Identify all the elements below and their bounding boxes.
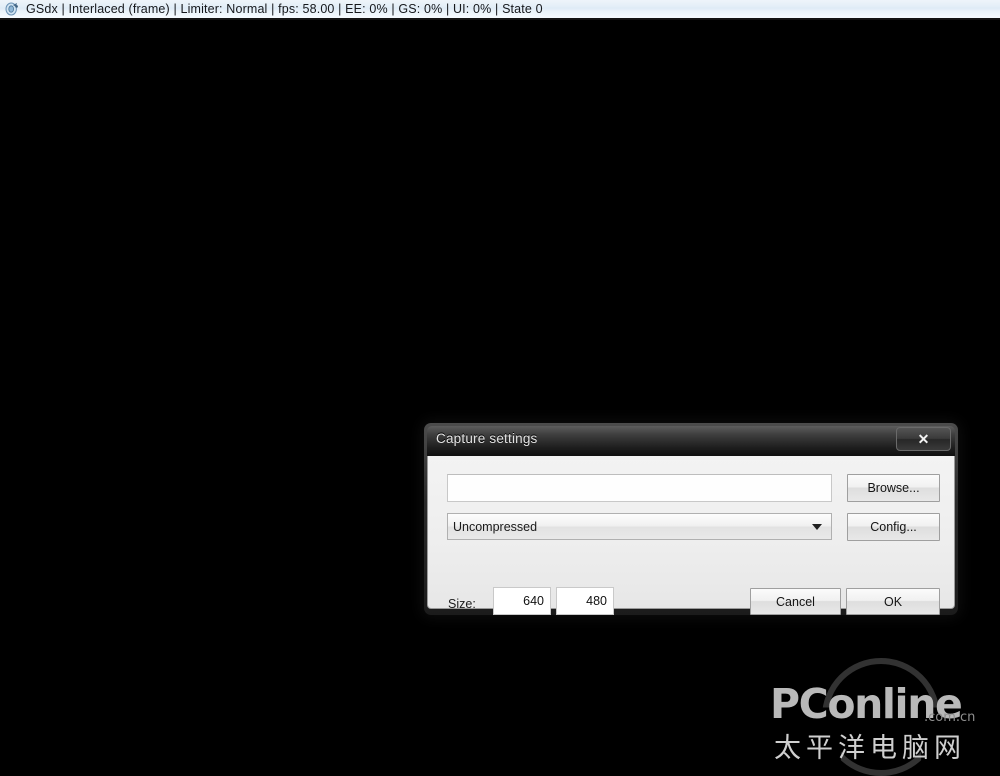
close-button[interactable]: ✕ bbox=[896, 427, 951, 451]
pcsx2-app-icon bbox=[4, 1, 20, 17]
codec-select-value: Uncompressed bbox=[453, 519, 538, 534]
capture-settings-dialog: Capture settings ✕ Browse... Uncompresse… bbox=[424, 423, 958, 615]
dialog-title: Capture settings bbox=[436, 431, 538, 446]
dialog-titlebar[interactable]: Capture settings ✕ bbox=[427, 426, 955, 456]
config-button[interactable]: Config... bbox=[847, 513, 940, 541]
app-status-text: GSdx | Interlaced (frame) | Limiter: Nor… bbox=[26, 2, 543, 16]
size-width-input[interactable] bbox=[493, 587, 551, 615]
codec-select[interactable]: Uncompressed bbox=[447, 513, 832, 540]
cancel-button-label: Cancel bbox=[776, 594, 815, 609]
browse-button[interactable]: Browse... bbox=[847, 474, 940, 502]
capture-path-input[interactable] bbox=[447, 474, 832, 502]
config-button-label: Config... bbox=[870, 520, 917, 534]
size-label: Size: bbox=[448, 597, 476, 611]
ok-button-label: OK bbox=[883, 594, 903, 609]
watermark-chinese: 太平洋电脑网 bbox=[774, 733, 966, 764]
ok-button[interactable]: OK bbox=[846, 588, 940, 615]
app-titlebar: GSdx | Interlaced (frame) | Limiter: Nor… bbox=[0, 0, 1000, 20]
cancel-button[interactable]: Cancel bbox=[750, 588, 841, 615]
watermark-suffix: .com.cn bbox=[924, 710, 976, 725]
close-icon: ✕ bbox=[917, 431, 930, 447]
size-height-input[interactable] bbox=[556, 587, 614, 615]
browse-button-label: Browse... bbox=[867, 481, 920, 495]
dialog-body: Browse... Uncompressed Config... Size: C… bbox=[427, 456, 955, 615]
game-viewport[interactable]: PConline .com.cn 太平洋电脑网 Capture settings… bbox=[0, 22, 1000, 776]
watermark: PConline .com.cn 太平洋电脑网 bbox=[748, 658, 986, 776]
chevron-down-icon bbox=[812, 523, 822, 530]
